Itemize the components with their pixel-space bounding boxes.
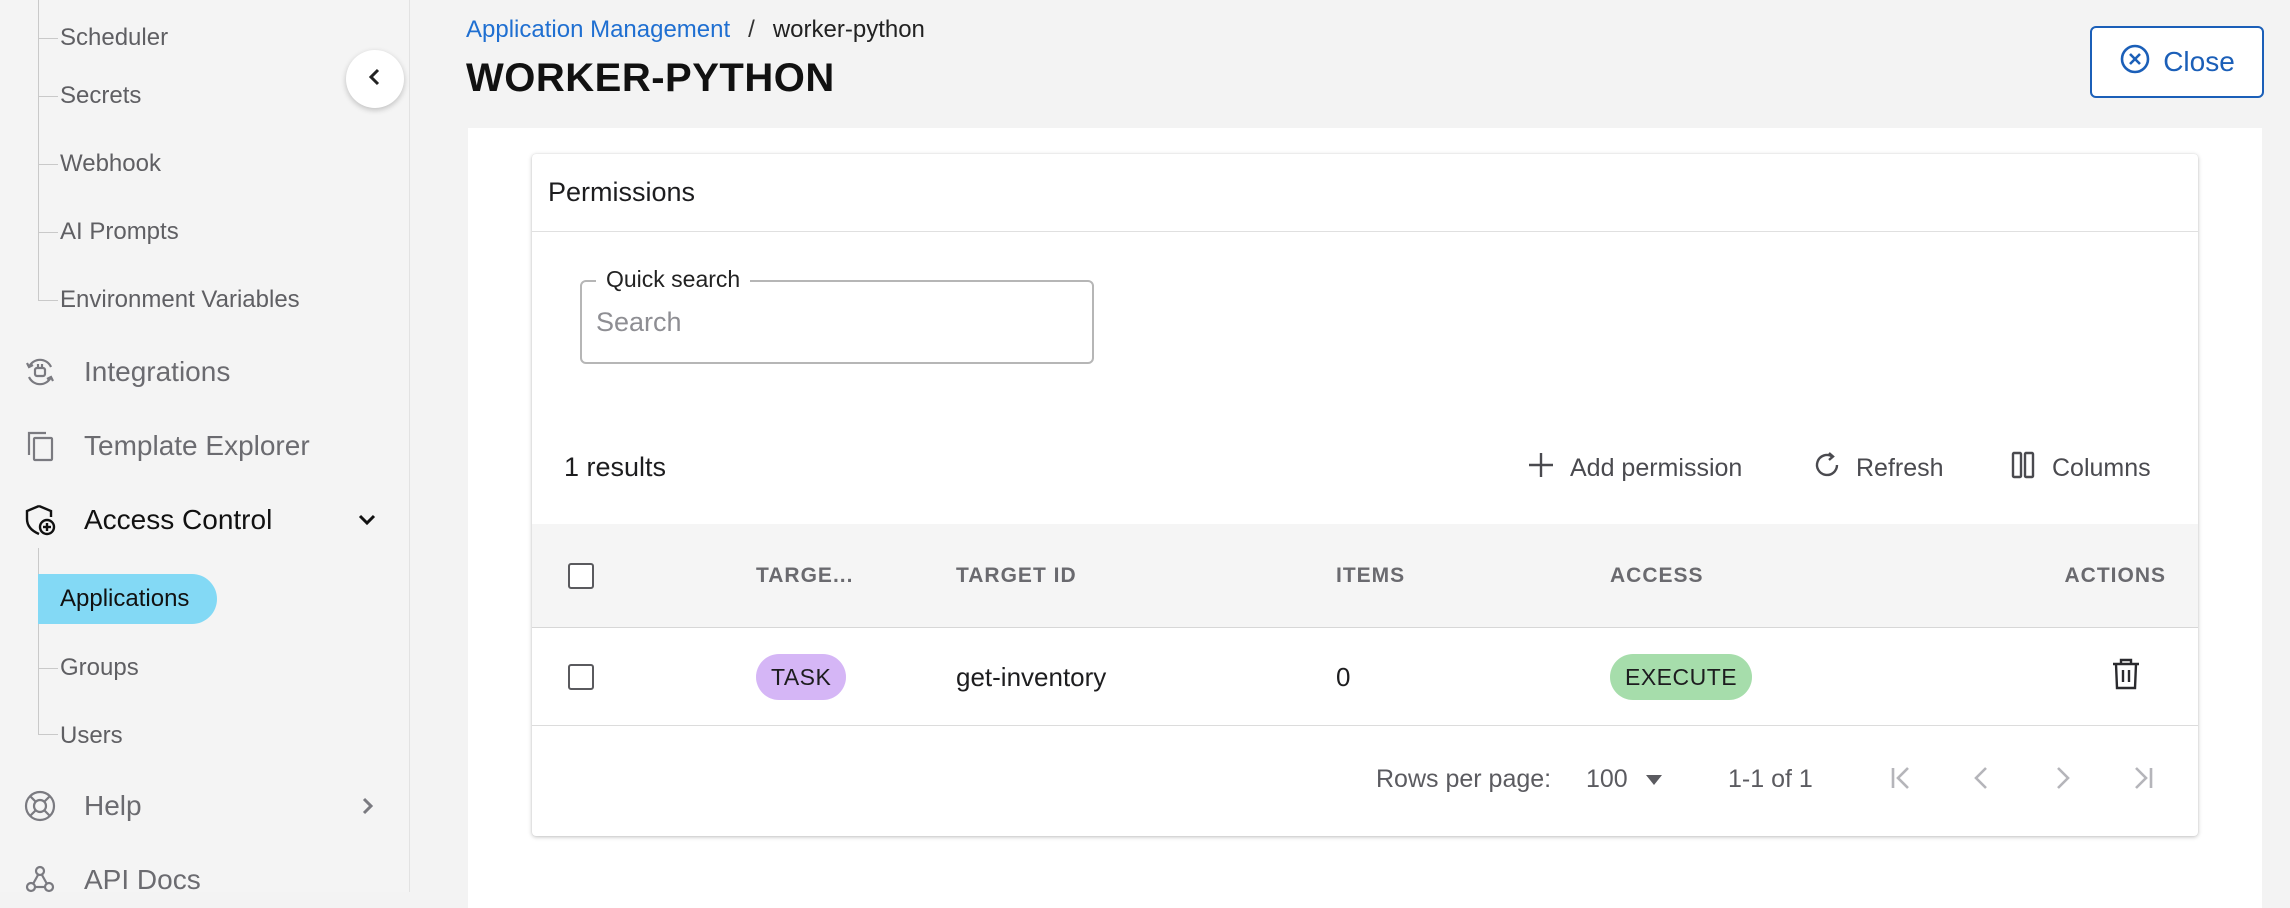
search-input[interactable] <box>596 300 1076 344</box>
sidebar-item-label: Users <box>60 722 123 749</box>
sidebar-item-label: Groups <box>60 654 139 681</box>
copy-icon <box>22 428 58 464</box>
sidebar-item-scheduler[interactable]: Scheduler <box>38 18 168 58</box>
sidebar-item-access-control[interactable]: Access Control <box>22 492 379 548</box>
breadcrumb: Application Management / worker-python <box>466 16 925 44</box>
add-permission-label: Add permission <box>1570 453 1743 482</box>
quick-search-field: Quick search <box>580 266 1094 364</box>
pagination-range: 1-1 of 1 <box>1728 764 1813 793</box>
chevron-left-icon <box>1968 764 1996 797</box>
rows-per-page-label: Rows per page: <box>1376 764 1552 793</box>
sidebar-item-users[interactable]: Users <box>38 716 123 756</box>
lifebuoy-icon <box>22 788 58 824</box>
webhook-icon <box>22 862 58 898</box>
plus-icon <box>1526 450 1556 487</box>
table-row: TASK get-inventory 0 EXECUTE <box>532 628 2198 726</box>
last-page-button[interactable] <box>2122 760 2162 800</box>
close-button-label: Close <box>2163 46 2235 77</box>
delete-button[interactable] <box>2110 628 2142 726</box>
sidebar-item-label: Integrations <box>84 356 231 387</box>
previous-page-button[interactable] <box>1962 760 2002 800</box>
breadcrumb-current: worker-python <box>772 16 925 43</box>
sidebar-item-groups[interactable]: Groups <box>38 648 139 688</box>
columns-button[interactable]: Columns <box>2008 446 2151 490</box>
trash-icon <box>2110 657 2142 698</box>
close-circle-icon <box>2119 43 2151 82</box>
rows-per-page-value: 100 <box>1586 764 1628 793</box>
sidebar-item-label: Applications <box>60 585 190 612</box>
sidebar-item-ai-prompts[interactable]: AI Prompts <box>38 212 179 252</box>
search-legend: Quick search <box>596 266 751 293</box>
sidebar-item-label: Environment Variables <box>60 286 300 313</box>
refresh-icon <box>1812 450 1842 487</box>
sidebar-item-api-docs[interactable]: API Docs <box>22 852 379 908</box>
rows-per-page-select[interactable]: 100 <box>1586 754 1664 804</box>
column-header-target-type[interactable]: TARGE... <box>756 524 853 628</box>
sidebar-item-webhook[interactable]: Webhook <box>38 144 161 184</box>
chevron-right-icon <box>355 794 379 818</box>
last-page-icon <box>2128 764 2156 797</box>
columns-label: Columns <box>2052 453 2151 482</box>
close-button[interactable]: Close <box>2090 26 2264 98</box>
sidebar-item-label: Access Control <box>84 504 273 535</box>
chevron-right-icon <box>2048 764 2076 797</box>
sidebar-item-applications[interactable]: Applications <box>38 574 218 624</box>
table-header: TARGE... TARGET ID ITEMS ACCESS ACTIONS <box>532 524 2198 628</box>
shield-icon <box>22 502 58 538</box>
select-all-checkbox[interactable] <box>568 563 594 589</box>
column-header-target-id[interactable]: TARGET ID <box>956 524 1077 628</box>
first-page-button[interactable] <box>1882 760 1922 800</box>
results-count: 1 results <box>564 452 667 482</box>
sidebar-item-template-explorer[interactable]: Template Explorer <box>22 418 379 474</box>
sidebar-item-label: Help <box>84 790 142 821</box>
page-title: WORKER-PYTHON <box>466 56 835 100</box>
chevron-left-icon <box>364 66 386 93</box>
sidebar-item-label: Secrets <box>60 82 142 109</box>
columns-icon <box>2008 450 2038 487</box>
row-checkbox[interactable] <box>568 664 594 690</box>
caret-down-icon <box>1644 765 1664 794</box>
next-page-button[interactable] <box>2042 760 2082 800</box>
sidebar-item-integrations[interactable]: Integrations <box>22 344 379 400</box>
first-page-icon <box>1888 764 1916 797</box>
sidebar-item-label: Scheduler <box>60 24 169 51</box>
sidebar-item-environment-variables[interactable]: Environment Variables <box>38 280 300 320</box>
access-chip: EXECUTE <box>1610 654 1753 700</box>
permissions-card: Permissions Quick search 1 results Add p… <box>532 154 2198 836</box>
items-cell: 0 <box>1336 661 1351 692</box>
column-header-access[interactable]: ACCESS <box>1610 524 1704 628</box>
sidebar-item-label: Template Explorer <box>84 430 310 461</box>
column-header-actions: ACTIONS <box>2064 564 2166 587</box>
sidebar-item-label: Webhook <box>60 150 161 177</box>
sidebar-item-label: API Docs <box>84 864 201 895</box>
sidebar-item-secrets[interactable]: Secrets <box>38 76 141 116</box>
collapse-sidebar-button[interactable] <box>346 50 404 108</box>
column-header-items[interactable]: ITEMS <box>1336 524 1405 628</box>
breadcrumb-separator: / <box>748 16 755 43</box>
breadcrumb-parent-link[interactable]: Application Management <box>466 16 730 44</box>
target-type-chip: TASK <box>756 654 847 700</box>
integrations-icon <box>22 354 58 390</box>
chevron-down-icon <box>355 508 379 532</box>
sidebar: Scheduler Secrets Webhook AI Prompts Env… <box>0 0 410 895</box>
sidebar-item-label: AI Prompts <box>60 218 179 245</box>
refresh-label: Refresh <box>1856 453 1944 482</box>
card-title: Permissions <box>532 154 2198 232</box>
target-id-cell: get-inventory <box>956 661 1107 692</box>
refresh-button[interactable]: Refresh <box>1812 446 1944 490</box>
add-permission-button[interactable]: Add permission <box>1526 446 1742 490</box>
sidebar-item-help[interactable]: Help <box>22 778 379 834</box>
